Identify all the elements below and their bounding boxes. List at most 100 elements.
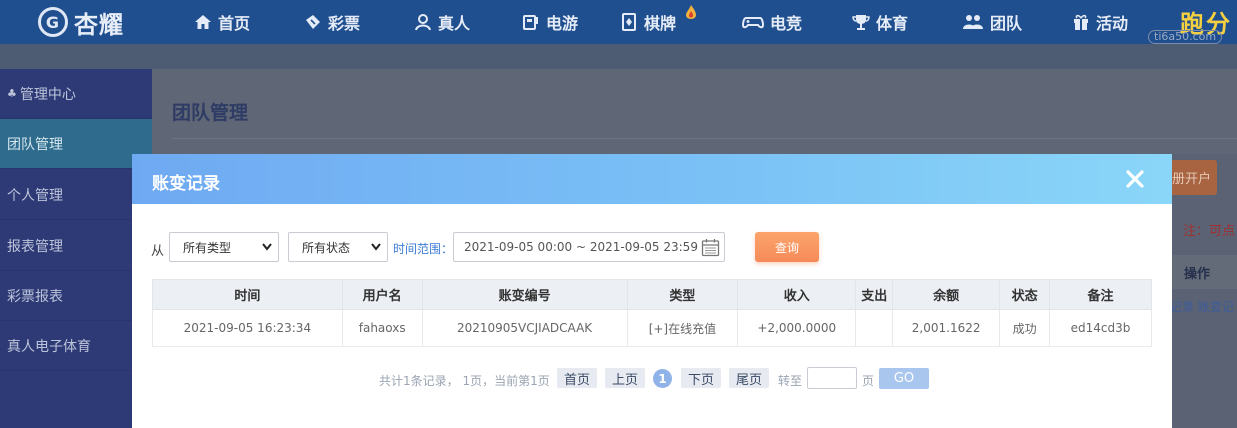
column-header: 状态 [999, 279, 1051, 310]
table-header-row: 时间 用户名 账变编号 类型 收入 支出 余额 状态 备注 [152, 279, 1152, 310]
sidebar-item-label: 真人电子体育 [7, 338, 91, 355]
cell-time: 2021-09-05 16:23:34 [152, 309, 343, 347]
table-row: 2021-09-05 16:23:34 fahaoxs 20210905VCJI… [152, 309, 1152, 347]
note-text: 注：可点 [1183, 224, 1236, 239]
page-title: 团队管理 [172, 102, 249, 124]
nav-label: 电竞 [770, 14, 803, 33]
nav-label: 活动 [1096, 14, 1129, 33]
sidebar-item-label: 报表管理 [7, 238, 63, 255]
current-page-indicator[interactable]: 1 [653, 369, 672, 388]
sidebar-item-label: 彩票报表 [7, 288, 63, 305]
first-page-button[interactable]: 首页 [557, 368, 598, 388]
cards-icon [620, 13, 638, 31]
nav-item-cards[interactable]: 棋牌 [620, 0, 676, 44]
date-range-value: 2021-09-05 00:00 ~ 2021-09-05 23:59 [464, 240, 698, 254]
pagination-summary: 共计1条记录， 1页，当前第1页 [379, 374, 550, 388]
time-range-label: 时间范围： [393, 242, 454, 256]
hot-badge-icon [686, 5, 696, 19]
main-header [152, 69, 1237, 154]
sidebar: ♣ 管理中心 团队管理 个人管理 报表管理 彩票报表 真人电子体育 [0, 69, 152, 428]
column-header: 余额 [892, 279, 1001, 310]
home-icon [194, 13, 212, 31]
sidebar-item-report-management[interactable]: 报表管理 [0, 221, 152, 271]
watermark: ti6a50.com [1148, 30, 1223, 44]
nav-item-home[interactable]: 首页 [194, 0, 250, 44]
nav-label: 真人 [438, 14, 471, 33]
column-header: 时间 [152, 279, 343, 310]
nav-label: 彩票 [328, 14, 361, 33]
type-select[interactable]: 所有类型 [169, 232, 279, 262]
cell-status: 成功 [999, 309, 1051, 347]
column-header: 用户名 [341, 279, 423, 310]
column-header: 备注 [1049, 279, 1152, 310]
sidebar-item-label: 团队管理 [7, 136, 63, 153]
cell-type: [+]在线充值 [626, 309, 739, 347]
query-button[interactable]: 查询 [755, 232, 819, 262]
sidebar-item-live-sports[interactable]: 真人电子体育 [0, 321, 152, 371]
slot-icon [522, 13, 540, 31]
sub-header-band [0, 44, 1237, 69]
nav-item-sports[interactable]: 体育 [852, 0, 908, 44]
nav-label: 团队 [990, 14, 1023, 33]
team-icon [962, 13, 984, 31]
nav-label: 电游 [546, 14, 579, 33]
column-header: 类型 [626, 279, 739, 310]
sidebar-item-label: 管理中心 [19, 86, 76, 103]
goto-page-input[interactable] [807, 367, 857, 389]
last-page-button[interactable]: 尾页 [729, 368, 770, 388]
cell-change-id: 20210905VCJIADCAAK [421, 309, 628, 347]
nav-label: 棋牌 [644, 14, 677, 33]
status-select[interactable]: 所有状态 [288, 232, 388, 262]
column-header: 收入 [737, 279, 857, 310]
chevron-down-icon [371, 243, 381, 251]
sidebar-item-lottery-report[interactable]: 彩票报表 [0, 271, 152, 321]
cell-income: +2,000.0000 [737, 309, 857, 347]
sidebar-item-team-management[interactable]: 团队管理 [0, 119, 152, 169]
column-header: 账变编号 [421, 279, 628, 310]
column-header: 支出 [855, 279, 894, 310]
prev-page-button[interactable]: 上页 [605, 368, 646, 388]
records-table: 时间 用户名 账变编号 类型 收入 支出 余额 状态 备注 2021-09-05… [152, 279, 1152, 347]
logo-text: 杏耀 [74, 10, 124, 39]
pagination: 共计1条记录， 1页，当前第1页 首页 上页 1 下页 尾页 转至 页 GO [132, 367, 1172, 390]
nav-label: 体育 [876, 14, 909, 33]
cell-balance: 2,001.1622 [892, 309, 1001, 347]
cell-expense [855, 309, 894, 347]
nav-item-events[interactable]: 活动 [1072, 0, 1128, 44]
page-unit-label: 页 [862, 374, 875, 388]
calendar-icon[interactable] [701, 238, 720, 257]
date-range-input[interactable]: 2021-09-05 00:00 ~ 2021-09-05 23:59 [453, 232, 725, 262]
nav-item-esports[interactable]: 电竞 [741, 0, 803, 44]
nav-item-team[interactable]: 团队 [962, 0, 1022, 44]
close-icon[interactable] [1124, 168, 1146, 190]
operations-column-header: 操作 [1172, 255, 1237, 289]
ticket-icon [304, 13, 322, 31]
from-label: 从 [151, 244, 165, 259]
next-page-button[interactable]: 下页 [681, 368, 722, 388]
row-action-links[interactable]: 记录 账变记 [1170, 298, 1234, 315]
person-icon [414, 13, 432, 31]
go-button[interactable]: GO [879, 368, 929, 389]
gift-icon [1072, 13, 1090, 31]
gamepad-icon [741, 13, 765, 31]
type-select-value: 所有类型 [183, 240, 232, 255]
status-select-value: 所有状态 [302, 240, 351, 255]
club-icon: ♣ [7, 87, 17, 100]
site-logo[interactable]: G 杏耀 [38, 2, 124, 42]
cell-remark: ed14cd3b [1049, 309, 1152, 347]
sidebar-item-label: 个人管理 [7, 187, 63, 204]
nav-item-lottery[interactable]: 彩票 [304, 0, 360, 44]
top-nav: G 杏耀 首页 彩票 真人 电游 棋牌 电竞 体育 团队 活动 跑分 ti6a5… [0, 0, 1237, 44]
nav-item-live[interactable]: 真人 [414, 0, 470, 44]
account-change-modal: 账变记录 从 所有类型 所有状态 时间范围： 2021-09-05 00:00 … [132, 154, 1172, 428]
cell-username: fahaoxs [341, 309, 423, 347]
trophy-icon [852, 13, 870, 31]
nav-label: 首页 [218, 14, 251, 33]
goto-label: 转至 [778, 374, 803, 388]
chevron-down-icon [262, 243, 272, 251]
sidebar-item-management-center[interactable]: ♣ 管理中心 [0, 69, 152, 119]
sidebar-item-personal-management[interactable]: 个人管理 [0, 170, 152, 220]
modal-header: 账变记录 [132, 154, 1172, 204]
divider [172, 138, 1237, 139]
nav-item-slots[interactable]: 电游 [522, 0, 578, 44]
